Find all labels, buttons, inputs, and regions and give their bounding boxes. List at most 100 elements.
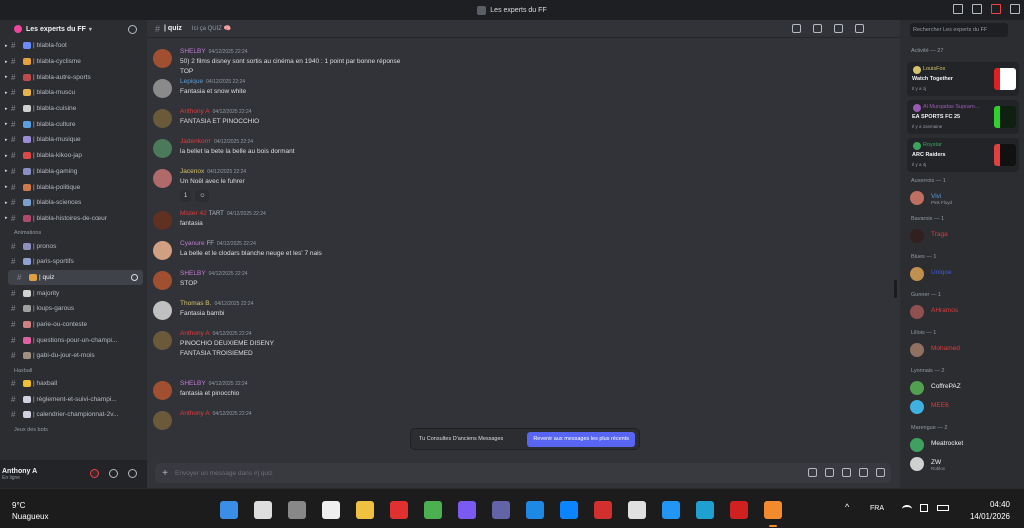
message-author[interactable]: Jadenkorrr — [180, 138, 211, 145]
pin-icon[interactable] — [834, 24, 843, 33]
wifi-icon[interactable] — [902, 505, 912, 513]
member-item[interactable]: Uniqoe — [910, 266, 1020, 282]
speaker-icon[interactable] — [920, 504, 928, 512]
message-author[interactable]: Anthony A — [180, 108, 210, 115]
user-avatar[interactable] — [153, 139, 172, 158]
sticker-icon[interactable] — [842, 468, 851, 477]
channel-item[interactable]: # | calendrier-championnat-2v... — [0, 407, 147, 423]
channel-item[interactable]: ▸ # | blabla-cyclisme — [0, 54, 147, 70]
member-item[interactable]: Traga — [910, 228, 1020, 244]
message-author[interactable]: Thomas B. — [180, 300, 211, 307]
weather-widget[interactable]: 9°C Nuagueux — [12, 500, 48, 522]
channel-item[interactable]: ▸ # | blabla-histoires-de-cœur — [0, 211, 147, 227]
members-icon[interactable] — [855, 24, 864, 33]
member-item[interactable]: CoffrePAZ — [910, 380, 1020, 396]
channel-item[interactable]: ▸ # | blabla-autre-sports — [0, 69, 147, 85]
channel-item[interactable]: # | haxball — [0, 376, 147, 392]
user-avatar[interactable] — [153, 331, 172, 350]
headphones-icon[interactable] — [109, 469, 118, 478]
channel-item[interactable]: # | questions-pour-un-champi... — [0, 332, 147, 348]
member-item[interactable]: ZW Roblox — [910, 456, 1020, 472]
reaction[interactable]: 1 — [180, 190, 192, 202]
channel-item[interactable]: ▸ # | blabla-musique — [0, 132, 147, 148]
user-avatar[interactable] — [153, 381, 172, 400]
windows-start-icon[interactable] — [220, 501, 238, 519]
channel-item[interactable]: ▸ # | blabla-kikoo-jap — [0, 148, 147, 164]
add-reaction-icon[interactable]: ☺ — [195, 190, 210, 202]
inbox-icon[interactable] — [953, 4, 963, 14]
message-author[interactable]: SHELBY — [180, 48, 206, 55]
scrollbar[interactable] — [894, 280, 897, 298]
activity-card[interactable]: Al Murqadas Supram... EA SPORTS FC 25 Il y… — [907, 100, 1019, 134]
firefox-icon[interactable] — [764, 501, 782, 519]
opera-icon[interactable] — [730, 501, 748, 519]
edge-icon[interactable] — [696, 501, 714, 519]
user-avatar[interactable] — [153, 109, 172, 128]
search-input[interactable]: Rechercher Les experts du FF — [910, 23, 1008, 37]
message-author[interactable]: Cyanure — [180, 240, 205, 247]
threads-icon[interactable] — [792, 24, 801, 33]
channel-item[interactable]: # | règlement-et-suivi-champi... — [0, 391, 147, 407]
mute-microphone-icon[interactable] — [90, 469, 99, 478]
message-author[interactable]: Anthony A — [180, 410, 210, 417]
user-avatar[interactable] — [153, 241, 172, 260]
user-avatar[interactable] — [153, 211, 172, 230]
user-avatar[interactable] — [153, 301, 172, 320]
add-attachment-icon[interactable]: + — [155, 468, 175, 479]
message-composer[interactable]: + Envoyer un message dans # | quiz — [155, 463, 891, 483]
channel-item[interactable]: ▸ # | blabla-muscu — [0, 85, 147, 101]
notifications-icon[interactable] — [813, 24, 822, 33]
channel-item[interactable]: ▸ # | blabla-gaming — [0, 164, 147, 180]
emoji-icon[interactable] — [859, 468, 868, 477]
activity-card[interactable]: Roystar ARC Raiders Il y a 4j — [907, 138, 1019, 172]
category-haxball[interactable]: Haxball — [0, 364, 147, 376]
member-item[interactable]: AHramos — [910, 304, 1020, 320]
gear-icon[interactable] — [128, 469, 137, 478]
add-user-icon[interactable] — [131, 273, 138, 281]
show-hidden-icons-icon[interactable]: ^ — [845, 502, 849, 512]
member-item[interactable]: Mohamed — [910, 342, 1020, 358]
channel-item[interactable]: ▸ # | blabla-culture — [0, 116, 147, 132]
server-header[interactable]: Les experts du FF ▾ — [0, 20, 147, 38]
message-author[interactable]: Jacenox — [180, 168, 204, 175]
member-item[interactable]: MEE6 — [910, 399, 1020, 415]
notes-icon[interactable] — [322, 501, 340, 519]
user-avatar[interactable] — [153, 271, 172, 290]
chrome-icon[interactable] — [424, 501, 442, 519]
category-animations[interactable]: Animations — [0, 226, 147, 238]
channel-item[interactable]: # | quiz — [8, 269, 143, 286]
channel-item[interactable]: # | paris-sportifs — [0, 254, 147, 270]
chevron-down-icon[interactable]: ▾ — [89, 26, 92, 33]
channel-item[interactable]: # | parie-ou-conteste — [0, 317, 147, 333]
update-icon[interactable] — [991, 4, 1001, 14]
notepad-icon[interactable] — [628, 501, 646, 519]
channel-topic[interactable]: Ici ça QUIZ 🧠 — [192, 25, 231, 32]
user-avatar[interactable] — [153, 411, 172, 430]
user-name[interactable]: Anthony A — [2, 468, 37, 475]
jump-to-present-button[interactable]: Revenir aux messages les plus récents — [527, 432, 635, 447]
member-item[interactable]: Vivi Pink Floyd — [910, 190, 1020, 206]
channel-item[interactable]: # | loups-garous — [0, 301, 147, 317]
channel-item[interactable]: ▸ # | blabla-sciences — [0, 195, 147, 211]
message-author[interactable]: SHELBY — [180, 380, 206, 387]
user-avatar[interactable] — [153, 79, 172, 98]
channel-item[interactable]: # | pronos — [0, 238, 147, 254]
message-author[interactable]: Lepique — [180, 78, 203, 85]
battery-icon[interactable] — [937, 505, 949, 511]
gif-icon[interactable] — [825, 468, 834, 477]
file-explorer-icon[interactable] — [356, 501, 374, 519]
help-icon[interactable] — [972, 4, 982, 14]
teams-icon[interactable] — [492, 501, 510, 519]
user-avatar[interactable] — [153, 169, 172, 188]
apps-icon[interactable] — [876, 468, 885, 477]
channel-item[interactable]: ▸ # | blabla-foot — [0, 38, 147, 54]
task-view-icon[interactable] — [288, 501, 306, 519]
channel-item[interactable]: ▸ # | blabla-cuisine — [0, 101, 147, 117]
store-icon[interactable] — [662, 501, 680, 519]
message-author[interactable]: Mister 42 — [180, 210, 207, 217]
record-icon[interactable] — [390, 501, 408, 519]
tlc-icon[interactable] — [594, 501, 612, 519]
myhp-icon[interactable] — [526, 501, 544, 519]
add-user-icon[interactable] — [128, 25, 137, 34]
language-indicator[interactable]: FRA — [870, 505, 884, 512]
